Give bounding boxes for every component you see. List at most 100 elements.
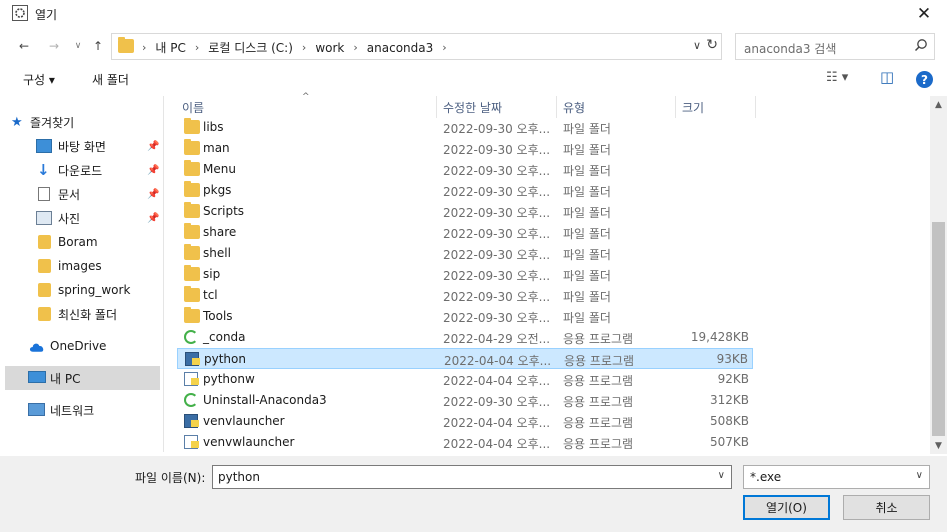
column-name[interactable]: 이름 (182, 99, 204, 116)
file-row[interactable]: sip 2022-09-30 오후... 파일 폴더 (177, 264, 753, 285)
pin-icon[interactable]: 📌 (147, 165, 159, 176)
sidebar-item-images[interactable]: images (5, 254, 160, 278)
filename-input[interactable]: python ∨ (212, 465, 732, 489)
file-row[interactable]: pythonw 2022-04-04 오후... 응용 프로그램 92KB (177, 369, 753, 390)
breadcrumb-item[interactable]: work (315, 41, 344, 55)
refresh-button[interactable]: ↻ (706, 37, 718, 53)
file-date: 2022-09-30 오후... (443, 269, 551, 283)
address-dropdown-button[interactable]: ∨ (693, 39, 701, 52)
breadcrumb-separator[interactable]: › (353, 41, 357, 54)
file-date: 2022-09-30 오후... (443, 206, 551, 220)
sidebar-item-latest-folder[interactable]: 최신화 폴더 (5, 302, 160, 326)
file-row[interactable]: _conda 2022-04-29 오전... 응용 프로그램 19,428KB (177, 327, 753, 348)
sidebar-item-quick-access[interactable]: ★ 즐겨찾기 (5, 110, 160, 134)
file-row[interactable]: tcl 2022-09-30 오후... 파일 폴더 (177, 285, 753, 306)
breadcrumb-separator[interactable]: › (195, 41, 199, 54)
file-row[interactable]: libs 2022-09-30 오후... 파일 폴더 (177, 117, 753, 138)
file-row[interactable]: share 2022-09-30 오후... 파일 폴더 (177, 222, 753, 243)
breadcrumb-separator[interactable]: › (442, 41, 446, 54)
file-name: tcl (203, 288, 218, 302)
sidebar-item-spring-work[interactable]: spring_work (5, 278, 160, 302)
scroll-down-button[interactable]: ▼ (930, 437, 947, 454)
file-size: 312KB (709, 393, 749, 407)
folder-icon (184, 244, 200, 260)
help-button[interactable]: ? (916, 71, 933, 88)
sidebar-item-documents[interactable]: 문서 📌 (5, 182, 160, 206)
organize-button[interactable]: 구성 ▾ (23, 71, 55, 88)
sidebar-item-pictures[interactable]: 사진 📌 (5, 206, 160, 230)
column-divider[interactable] (436, 96, 437, 118)
file-row[interactable]: Scripts 2022-09-30 오후... 파일 폴더 (177, 201, 753, 222)
scroll-thumb[interactable] (932, 222, 945, 436)
address-bar[interactable]: › 내 PC › 로컬 디스크 (C:) › work › anaconda3 … (111, 33, 722, 60)
vertical-scrollbar[interactable]: ▲ ▼ (930, 96, 947, 454)
file-name: Scripts (203, 204, 245, 218)
breadcrumb-item[interactable]: 로컬 디스크 (C:) (208, 39, 293, 56)
new-folder-button[interactable]: 새 폴더 (92, 71, 129, 88)
column-divider[interactable] (675, 96, 676, 118)
column-header: ^ 이름 수정한 날짜 유형 크기 (176, 92, 930, 118)
change-view-button[interactable]: ☷ ▾ (826, 70, 848, 85)
filename-value[interactable]: python (218, 470, 260, 484)
breadcrumb-item[interactable]: 내 PC (155, 39, 185, 56)
pin-icon[interactable]: 📌 (147, 213, 159, 224)
breadcrumb-separator[interactable]: › (302, 41, 306, 54)
sidebar-item-desktop[interactable]: 바탕 화면 📌 (5, 134, 160, 158)
search-box[interactable]: anaconda3 검색 (735, 33, 935, 60)
file-row[interactable]: venvwlauncher 2022-04-04 오후... 응용 프로그램 507K… (177, 432, 753, 453)
file-name: man (203, 141, 230, 155)
file-row[interactable]: pkgs 2022-09-30 오후... 파일 폴더 (177, 180, 753, 201)
chevron-down-icon[interactable]: ∨ (718, 470, 725, 481)
file-name: share (203, 225, 237, 239)
column-date[interactable]: 수정한 날짜 (443, 99, 502, 116)
sidebar-item-label: spring_work (58, 283, 131, 297)
file-row[interactable]: Menu 2022-09-30 오후... 파일 폴더 (177, 159, 753, 180)
cancel-button[interactable]: 취소 (843, 495, 930, 520)
file-type-value[interactable]: *.exe (750, 470, 781, 484)
preview-pane-button[interactable]: ◫ (880, 68, 894, 86)
pin-icon[interactable]: 📌 (147, 189, 159, 200)
file-row[interactable]: venvlauncher 2022-04-04 오후... 응용 프로그램 508KB (177, 411, 753, 432)
file-type: 파일 폴더 (563, 227, 611, 241)
sidebar-item-onedrive[interactable]: OneDrive (5, 334, 160, 358)
search-icon[interactable] (914, 38, 928, 52)
back-button[interactable]: ← (12, 34, 36, 58)
column-size[interactable]: 크기 (682, 99, 704, 116)
file-name: pkgs (203, 183, 232, 197)
download-icon: ↓ (37, 161, 50, 179)
file-row[interactable]: Uninstall-Anaconda3 2022-09-30 오후... 응용 프로… (177, 390, 753, 411)
file-size: 508KB (709, 414, 749, 428)
sidebar-item-this-pc[interactable]: 내 PC (5, 366, 160, 390)
file-type-select[interactable]: *.exe ∨ (743, 465, 930, 489)
window-title: 열기 (35, 8, 58, 22)
column-type[interactable]: 유형 (563, 99, 585, 116)
file-date: 2022-04-04 오후... (443, 437, 551, 451)
column-divider[interactable] (755, 96, 756, 118)
scroll-up-button[interactable]: ▲ (930, 96, 947, 113)
close-button[interactable]: ✕ (901, 0, 947, 28)
breadcrumb-separator: › (142, 41, 147, 54)
file-row[interactable]: man 2022-09-30 오후... 파일 폴더 (177, 138, 753, 159)
file-name: shell (203, 246, 231, 260)
folder-icon (184, 160, 200, 176)
up-button[interactable]: ↑ (86, 34, 110, 58)
file-type: 파일 폴더 (563, 185, 611, 199)
sidebar-item-boram[interactable]: Boram (5, 230, 160, 254)
open-button[interactable]: 열기(O) (743, 495, 830, 520)
file-size: 93KB (716, 352, 748, 366)
file-row[interactable]: Tools 2022-09-30 오후... 파일 폴더 (177, 306, 753, 327)
chevron-down-icon[interactable]: ∨ (916, 470, 923, 481)
pin-icon[interactable]: 📌 (147, 141, 159, 152)
file-row[interactable]: python 2022-04-04 오후... 응용 프로그램 93KB (177, 348, 753, 369)
file-name: pythonw (203, 372, 255, 386)
pane-divider[interactable] (163, 96, 164, 452)
column-divider[interactable] (556, 96, 557, 118)
file-row[interactable]: shell 2022-09-30 오후... 파일 폴더 (177, 243, 753, 264)
sidebar-item-downloads[interactable]: ↓ 다운로드 📌 (5, 158, 160, 182)
file-date: 2022-09-30 오후... (443, 185, 551, 199)
breadcrumb-item[interactable]: anaconda3 (367, 41, 433, 55)
sidebar-item-network[interactable]: 네트워크 (5, 398, 160, 422)
forward-button[interactable]: → (42, 34, 66, 58)
search-input[interactable]: anaconda3 검색 (744, 40, 836, 57)
command-bar: 구성 ▾ 새 폴더 ☷ ▾ ◫ ? (0, 64, 947, 94)
